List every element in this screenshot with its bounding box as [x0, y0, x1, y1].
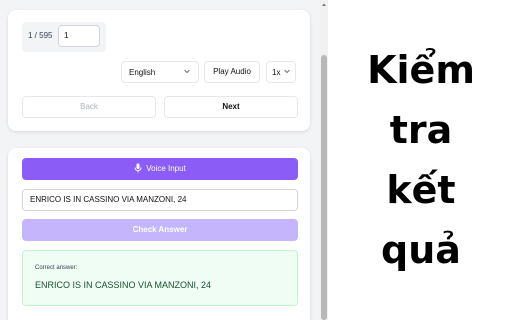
chevron-down-icon: [283, 67, 291, 77]
language-select[interactable]: English: [121, 61, 199, 83]
navigation-card: 1 / 595 1 English Play Audio 1x Back Nex…: [8, 10, 310, 131]
answer-card: Voice Input ENRICO IS IN CASSINO VIA MAN…: [8, 148, 310, 320]
scrollbar-thumb[interactable]: [321, 55, 327, 320]
next-button[interactable]: Next: [164, 96, 298, 118]
back-button[interactable]: Back: [22, 96, 156, 118]
microphone-icon: [134, 160, 142, 173]
caption-line: Kiểm: [367, 48, 475, 92]
correct-answer-text: ENRICO IS IN CASSINO VIA MANZONI, 24: [35, 280, 212, 290]
scroll-up-icon[interactable]: [321, 2, 327, 8]
play-audio-button[interactable]: Play Audio: [204, 61, 260, 83]
answer-input[interactable]: ENRICO IS IN CASSINO VIA MANZONI, 24: [22, 189, 298, 211]
caption-line: kết: [386, 168, 456, 212]
caption-text: Kiểm tra kết quả: [330, 0, 512, 320]
chevron-down-icon: [183, 67, 191, 77]
speed-select[interactable]: 1x: [266, 61, 296, 83]
check-answer-button[interactable]: Check Answer: [22, 219, 298, 241]
speed-select-value: 1x: [272, 68, 281, 77]
page-number-input[interactable]: 1: [58, 25, 100, 47]
caption-line: tra: [389, 108, 453, 152]
pager: 1 / 595 1: [22, 22, 106, 52]
voice-input-label: Voice Input: [146, 164, 186, 173]
language-select-value: English: [129, 68, 156, 77]
caption-line: quả: [381, 228, 461, 272]
voice-input-button[interactable]: Voice Input: [22, 158, 298, 180]
app-panel: 1 / 595 1 English Play Audio 1x Back Nex…: [0, 0, 320, 320]
result-label: Correct answer:: [35, 265, 78, 271]
result-box: Correct answer: ENRICO IS IN CASSINO VIA…: [22, 250, 298, 306]
page-count-label: 1 / 595: [28, 31, 53, 40]
